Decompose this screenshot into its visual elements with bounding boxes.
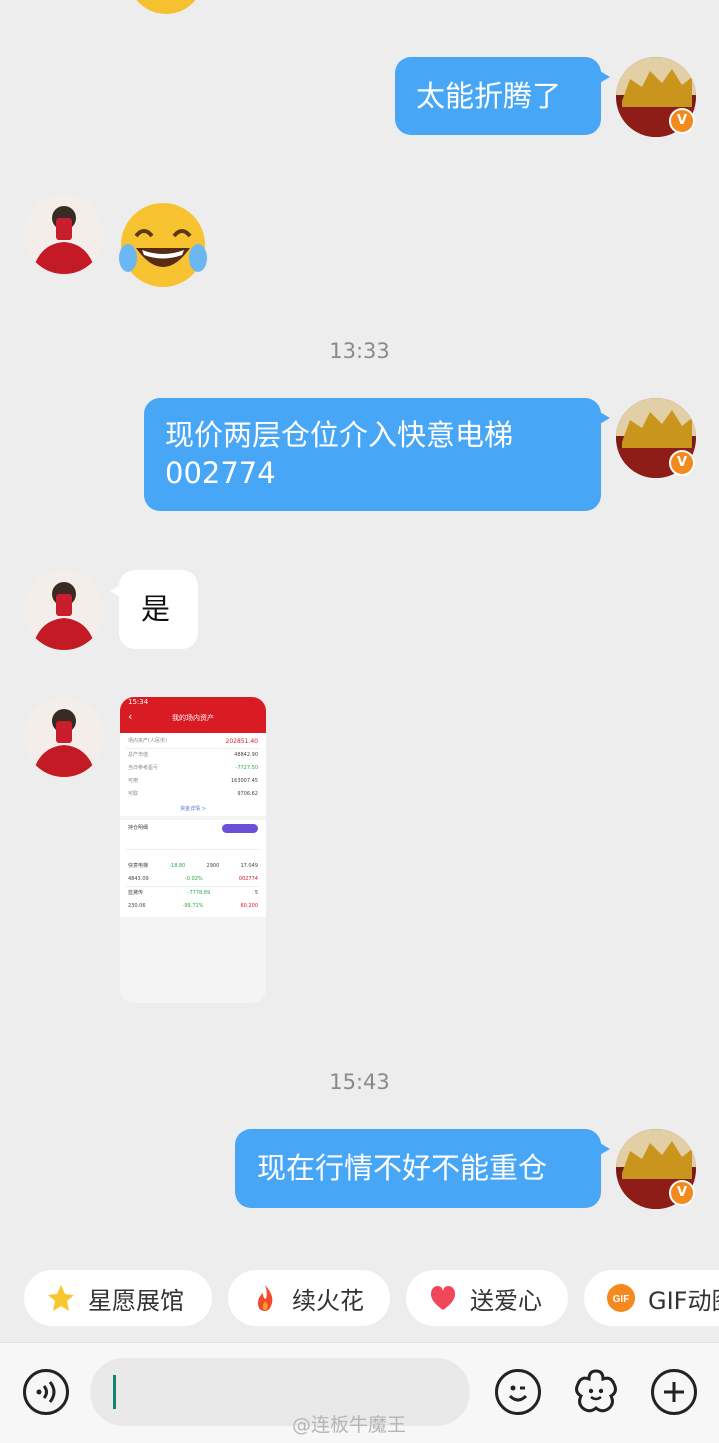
holdings: 持仓明细 快意电梯 -18.80 2900 17.049 4843.09 -0.… [120, 820, 266, 917]
star-icon [46, 1283, 76, 1313]
contact-avatar[interactable] [24, 194, 104, 274]
message-text: 是 [141, 592, 171, 626]
svg-text:GIF: GIF [613, 1294, 630, 1305]
voice-icon [36, 1381, 56, 1403]
row-label: 可用 [128, 778, 139, 784]
chip-continue-spark[interactable]: 续火花 [228, 1270, 390, 1326]
stock-name: 蓝黛传 [128, 890, 144, 896]
stock-value: 4843.09 [128, 876, 149, 882]
asset-summary: 场内资产(人民币) 202851.40 总产市值 48842.90 当日参考盈亏 -… [120, 733, 266, 816]
image-message[interactable]: 15:34 ‹ 我的场内资产 场内资产(人民币) 202851.40 总产市值 4… [120, 697, 266, 1003]
fire-icon [250, 1283, 280, 1313]
total-label: 场内资产(人民币) [128, 738, 167, 744]
heart-icon [428, 1283, 458, 1313]
stock-pct: -99.71% [182, 903, 204, 909]
verified-badge-icon: V [669, 108, 695, 134]
detail-link: 资金详情 > [180, 806, 206, 812]
stock-qty: 5 [254, 890, 258, 896]
total-value: 202851.40 [225, 738, 258, 745]
row-label: 总产市值 [128, 752, 149, 758]
plus-icon [664, 1382, 684, 1402]
chip-label: 续火花 [292, 1286, 364, 1315]
row-value: 48842.90 [234, 752, 258, 758]
verified-badge-icon: V [669, 450, 695, 476]
message-bubble-outgoing[interactable]: 太能折腾了 [395, 57, 610, 135]
partial-emoji [128, 0, 204, 14]
watermark: @连板牛魔王 [292, 1414, 407, 1436]
message-text: 现在行情不好不能重仓 [257, 1151, 548, 1185]
contact-avatar[interactable] [24, 697, 104, 777]
stock-name: 快意电梯 [128, 863, 149, 869]
emoji-button[interactable] [495, 1369, 541, 1415]
chip-star-gallery[interactable]: 星愿展馆 [24, 1270, 212, 1326]
stock-q2: 17.049 [240, 863, 258, 869]
holdings-title: 持仓明细 [128, 825, 149, 831]
stock-code: 002774 [238, 876, 258, 882]
message-bubble-outgoing[interactable]: 现价两层仓位介入快意电梯 002774 [144, 398, 610, 511]
more-button[interactable] [651, 1369, 697, 1415]
row-value: -7727.50 [235, 765, 258, 771]
text-cursor [113, 1375, 116, 1409]
stock-pnl: -7778.89 [187, 890, 211, 896]
stock-pct: -0.02% [184, 876, 203, 882]
message-input[interactable] [90, 1358, 470, 1426]
stock-pnl: -18.80 [169, 863, 186, 869]
stock-qty: 2900 [206, 863, 220, 869]
timestamp: 15:43 [329, 1070, 390, 1094]
screenshot-title: 我的场内资产 [172, 714, 214, 722]
timestamp: 13:33 [329, 339, 390, 363]
smiley-icon [508, 1385, 528, 1402]
verified-badge-icon: V [669, 1180, 695, 1206]
chip-label: GIF动图 [648, 1286, 719, 1315]
flower-face-icon [575, 1369, 617, 1413]
gif-icon: GIF [606, 1283, 636, 1313]
voice-button[interactable] [23, 1369, 69, 1415]
row-label: 可取 [128, 791, 139, 797]
row-value: 163007.45 [230, 778, 258, 784]
screenshot-status-time: 15:34 [128, 698, 149, 706]
message-bubble-incoming[interactable]: 是 [110, 570, 198, 649]
screenshot-header: 15:34 ‹ 我的场内资产 [120, 697, 266, 733]
row-label: 当日参考盈亏 [128, 765, 159, 771]
message-bubble-outgoing[interactable]: 现在行情不好不能重仓 [235, 1129, 610, 1208]
chip-gif[interactable]: GIF GIF动图 [584, 1270, 719, 1326]
contact-avatar[interactable] [24, 570, 104, 650]
laughing-emoji-icon [116, 200, 210, 294]
stock-value: 230.06 [128, 903, 146, 909]
stock-q2: 60.200 [240, 903, 259, 909]
chip-label: 星愿展馆 [88, 1286, 184, 1315]
chip-label: 送爱心 [470, 1286, 542, 1315]
holdings-button [222, 824, 258, 833]
row-value: 9706.62 [237, 791, 258, 797]
message-text: 太能折腾了 [416, 79, 562, 113]
chip-send-love[interactable]: 送爱心 [406, 1270, 568, 1326]
sticker-button[interactable] [570, 1366, 622, 1418]
message-text-line-1: 现价两层仓位介入快意电梯 [165, 418, 514, 452]
divider [126, 849, 260, 850]
message-text-line-2: 002774 [165, 456, 276, 490]
